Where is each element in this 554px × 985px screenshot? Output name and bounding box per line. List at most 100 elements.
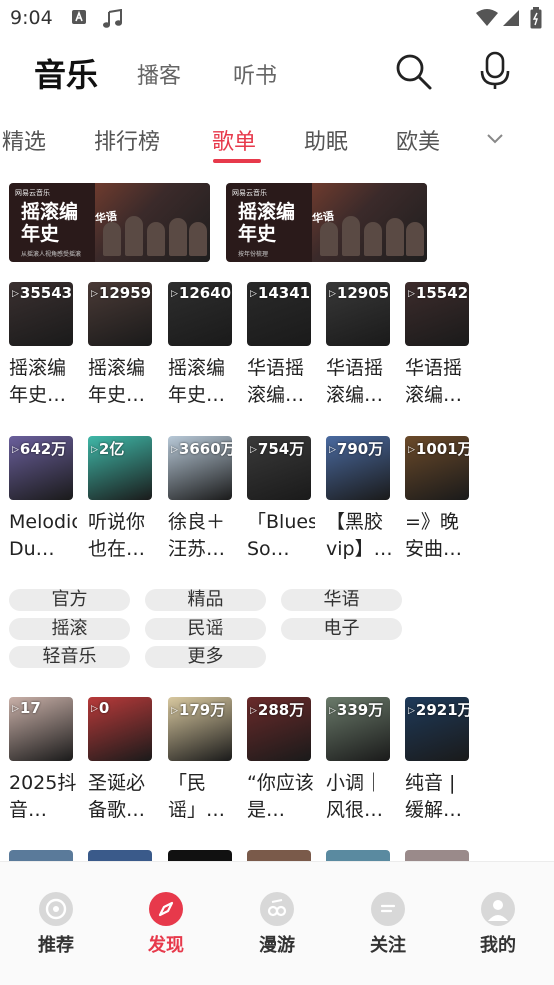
banner-subtitle: 从摇滚人视角感受摇滚 bbox=[21, 251, 82, 258]
tag-pill[interactable]: 摇滚 bbox=[9, 618, 130, 640]
playlist-cover: ▷642万 bbox=[9, 436, 73, 500]
tag-pill[interactable]: 民谣 bbox=[145, 618, 266, 640]
play-icon: ▷ bbox=[408, 705, 415, 716]
playlist-card[interactable]: ▷0 圣诞必备歌… bbox=[88, 697, 152, 824]
tag-pill[interactable]: 精品 bbox=[145, 589, 266, 611]
playlist-title: 摇滚编年史… bbox=[9, 357, 67, 406]
playlist-cover: ▷0 bbox=[88, 697, 152, 761]
chevron-down-icon[interactable] bbox=[485, 130, 505, 149]
play-icon: ▷ bbox=[329, 444, 336, 455]
category-tab[interactable]: 排行榜 bbox=[94, 124, 160, 156]
category-tab-active[interactable]: 歌单 bbox=[212, 124, 256, 156]
play-icon: ▷ bbox=[408, 444, 415, 455]
playlist-card[interactable]: ▷1001万 =》晚安曲… bbox=[405, 436, 469, 563]
playlist-card[interactable]: ▷2亿 听说你也在… bbox=[88, 436, 152, 563]
vinyl-icon bbox=[39, 892, 73, 926]
playlist-card[interactable]: ▷754万 「Blues So… bbox=[247, 436, 315, 563]
play-count: ▷2921万 bbox=[408, 701, 469, 719]
play-icon: ▷ bbox=[408, 288, 415, 299]
nav-item-follow[interactable]: 关注 bbox=[348, 892, 428, 957]
playlist-card[interactable]: ▷790万 【黑胶vip】… bbox=[326, 436, 393, 563]
status-bar: 9:04 bbox=[0, 0, 554, 38]
category-tab[interactable]: 助眠 bbox=[304, 124, 348, 156]
tag-pill[interactable]: 更多 bbox=[145, 646, 266, 668]
font-notification-icon bbox=[71, 9, 87, 29]
nav-item-roam[interactable]: 漫游 bbox=[237, 892, 317, 957]
banner-badge: 华语 bbox=[311, 209, 335, 226]
playlist-card[interactable]: ▷14341 华语摇滚编… bbox=[247, 282, 311, 409]
nav-label: 发现 bbox=[148, 935, 184, 956]
play-count: ▷790万 bbox=[329, 440, 384, 458]
wifi-icon bbox=[476, 9, 498, 31]
banner[interactable]: 网易云音乐 摇滚编年史 华语 从摇滚人视角感受摇滚 bbox=[9, 183, 210, 262]
play-icon: ▷ bbox=[171, 288, 178, 299]
playlist-card[interactable]: ▷12640 摇滚编年史… bbox=[168, 282, 232, 409]
playlist-title: Melodic Du… bbox=[9, 511, 77, 560]
play-icon: ▷ bbox=[12, 444, 19, 455]
playlist-card[interactable]: ▷288万 “你应该是… bbox=[247, 697, 314, 824]
banner-brand: 网易云音乐 bbox=[232, 189, 267, 197]
playlist-card[interactable]: ▷15542 华语摇滚编… bbox=[405, 282, 469, 409]
tag-pill[interactable]: 电子 bbox=[281, 618, 402, 640]
playlist-title: 摇滚编年史… bbox=[168, 357, 226, 406]
play-count: ▷12640 bbox=[171, 284, 232, 302]
play-count: ▷179万 bbox=[171, 701, 226, 719]
playlist-card[interactable]: ▷339万 小调｜风很… bbox=[326, 697, 390, 824]
play-count: ▷12959 bbox=[91, 284, 152, 302]
tag-pill[interactable]: 官方 bbox=[9, 589, 130, 611]
play-count: ▷754万 bbox=[250, 440, 305, 458]
playlist-card[interactable]: ▷179万 「民谣」… bbox=[168, 697, 232, 824]
nav-label: 漫游 bbox=[259, 935, 295, 956]
playlist-title: =》晚安曲… bbox=[405, 511, 463, 560]
tab-podcast[interactable]: 播客 bbox=[137, 58, 181, 90]
playlist-title: 「Blues So… bbox=[247, 511, 315, 560]
play-count: ▷1001万 bbox=[408, 440, 469, 458]
play-count: ▷35543 bbox=[12, 284, 73, 302]
playlist-cover: ▷35543 bbox=[9, 282, 73, 346]
playlist-cover: ▷17 bbox=[9, 697, 73, 761]
play-icon: ▷ bbox=[12, 288, 19, 299]
playlist-card[interactable]: ▷12959 摇滚编年史… bbox=[88, 282, 152, 409]
playlist-title: 【黑胶vip】… bbox=[326, 511, 393, 560]
play-icon: ▷ bbox=[91, 444, 98, 455]
app-screen: 9:04 音乐 播客 听书 精选 排行榜 歌单 助眠 欧美 网易云音乐 摇滚编年… bbox=[0, 0, 554, 985]
playlist-cover: ▷2921万 bbox=[405, 697, 469, 761]
tag-pill[interactable]: 华语 bbox=[281, 589, 402, 611]
bottom-navigation: 推荐 发现 漫游 关注 我的 bbox=[0, 861, 554, 985]
banner-title: 摇滚编年史 bbox=[238, 201, 296, 245]
playlist-card[interactable]: ▷17 2025抖音… bbox=[9, 697, 76, 824]
category-tab[interactable]: 精选 bbox=[2, 124, 46, 156]
playlist-card[interactable]: ▷642万 Melodic Du… bbox=[9, 436, 77, 563]
play-count: ▷12905 bbox=[329, 284, 390, 302]
playlist-card[interactable]: ▷12905 华语摇滚编… bbox=[326, 282, 390, 409]
play-count: ▷0 bbox=[91, 699, 110, 717]
playlist-card[interactable]: ▷35543 摇滚编年史… bbox=[9, 282, 73, 409]
nav-item-mine[interactable]: 我的 bbox=[458, 892, 538, 957]
music-note-icon bbox=[102, 8, 124, 33]
nav-item-discover[interactable]: 发现 bbox=[126, 892, 206, 957]
radio-icon bbox=[260, 892, 294, 926]
search-icon[interactable] bbox=[395, 53, 433, 95]
nav-item-recommend[interactable]: 推荐 bbox=[16, 892, 96, 957]
microphone-icon[interactable] bbox=[478, 51, 512, 95]
playlist-cover: ▷1001万 bbox=[405, 436, 469, 500]
playlist-title: “你应该是… bbox=[247, 772, 314, 821]
playlist-cover: ▷14341 bbox=[247, 282, 311, 346]
play-icon: ▷ bbox=[171, 444, 178, 455]
tab-audiobook[interactable]: 听书 bbox=[233, 58, 277, 90]
play-icon: ▷ bbox=[250, 288, 257, 299]
category-tabs: 精选 排行榜 歌单 助眠 欧美 bbox=[0, 118, 554, 166]
playlist-title: 摇滚编年史… bbox=[88, 357, 146, 406]
playlist-card[interactable]: ▷3660万 徐良＋汪苏… bbox=[168, 436, 232, 563]
tab-music[interactable]: 音乐 bbox=[34, 50, 98, 96]
tag-pill[interactable]: 轻音乐 bbox=[9, 646, 130, 668]
play-icon: ▷ bbox=[12, 703, 19, 714]
banner[interactable]: 网易云音乐 摇滚编年史 华语 按年份梳理 bbox=[226, 183, 427, 262]
play-icon: ▷ bbox=[250, 705, 257, 716]
banner-title: 摇滚编年史 bbox=[21, 201, 79, 245]
user-icon bbox=[481, 892, 515, 926]
playlist-card[interactable]: ▷2921万 纯音 | 缓解… bbox=[405, 697, 469, 824]
playlist-title: 华语摇滚编… bbox=[247, 357, 305, 406]
category-tab[interactable]: 欧美 bbox=[396, 124, 440, 156]
battery-icon bbox=[530, 7, 542, 33]
